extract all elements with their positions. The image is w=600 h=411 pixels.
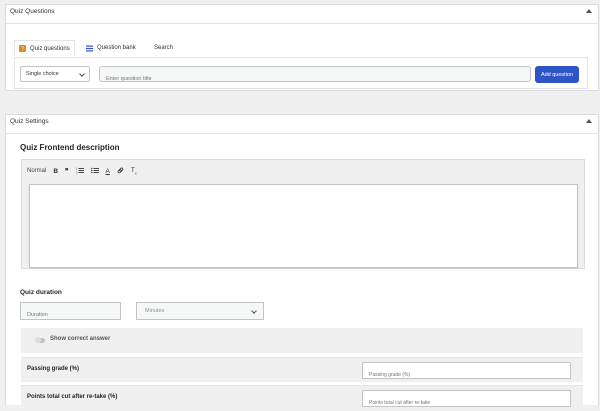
duration-heading: Quiz duration — [20, 289, 62, 296]
question-icon: ? — [19, 45, 26, 53]
points-cut-field[interactable] — [362, 390, 571, 411]
passing-grade-field[interactable] — [362, 362, 571, 383]
question-type-select[interactable]: Single choice — [20, 66, 90, 82]
tab-quiz-questions[interactable]: ? Quiz questions — [14, 40, 75, 56]
tab-label: Search — [154, 45, 174, 51]
duration-unit-select[interactable]: Minutes — [136, 302, 264, 320]
add-question-button[interactable]: Add question — [535, 66, 579, 83]
quiz-settings-title: Quiz Settings — [10, 118, 49, 125]
passing-grade-input[interactable] — [363, 367, 570, 383]
question-type-value: Single choice — [26, 71, 59, 77]
passing-grade-label: Passing grade (%) — [27, 366, 80, 372]
clear-format-icon[interactable]: Tx — [131, 167, 137, 175]
question-title-field[interactable] — [99, 66, 531, 86]
link-icon[interactable] — [117, 167, 124, 176]
description-heading: Quiz Frontend description — [20, 143, 120, 152]
format-select[interactable]: Normal — [27, 168, 46, 174]
collapse-caret-icon[interactable] — [586, 119, 592, 123]
show-correct-answer-toggle[interactable] — [35, 337, 45, 343]
tab-label: Quiz questions — [30, 45, 70, 52]
text-color-icon[interactable]: A — [106, 168, 110, 175]
chevron-down-icon — [251, 308, 257, 314]
duration-unit-value: Minutes — [145, 308, 165, 314]
quiz-questions-title: Quiz Questions — [10, 8, 55, 15]
points-cut-input[interactable] — [363, 395, 570, 411]
bold-icon[interactable]: B — [53, 168, 58, 175]
passing-grade-row: Passing grade (%) — [21, 357, 583, 383]
tab-label: Question bank — [97, 45, 136, 51]
svg-text:2: 2 — [76, 170, 78, 173]
svg-text:?: ? — [21, 47, 24, 52]
points-cut-row: Points total cut after re-take (%) — [21, 385, 583, 411]
points-cut-label: Points total cut after re-take (%) — [27, 394, 118, 400]
tab-question-bank[interactable]: Question bank — [86, 41, 136, 55]
show-correct-answer-row: Show correct answer — [21, 328, 583, 353]
question-title-input[interactable] — [100, 72, 530, 86]
duration-input[interactable] — [21, 307, 120, 323]
ordered-list-icon[interactable]: 12 — [76, 166, 84, 176]
bullet-list-icon[interactable] — [90, 167, 99, 176]
chevron-down-icon — [79, 71, 85, 77]
add-question-bar: Single choice Add question — [14, 57, 588, 89]
description-editor-area[interactable] — [29, 184, 578, 268]
quiz-settings-panel: Quiz Settings Quiz Frontend description … — [5, 114, 599, 411]
list-icon — [86, 45, 93, 52]
editor-toolbar: Normal B ❞ 12 A Tx — [27, 166, 137, 176]
quiz-settings-header[interactable]: Quiz Settings — [6, 115, 598, 134]
show-correct-answer-label: Show correct answer — [50, 336, 111, 342]
duration-field[interactable] — [20, 302, 121, 323]
rich-text-editor: Normal B ❞ 12 A Tx — [21, 159, 585, 269]
collapse-caret-icon[interactable] — [586, 9, 592, 13]
quiz-questions-header[interactable]: Quiz Questions — [6, 5, 598, 24]
blockquote-icon[interactable]: ❞ — [65, 167, 69, 175]
tab-search[interactable]: Search — [154, 41, 173, 55]
